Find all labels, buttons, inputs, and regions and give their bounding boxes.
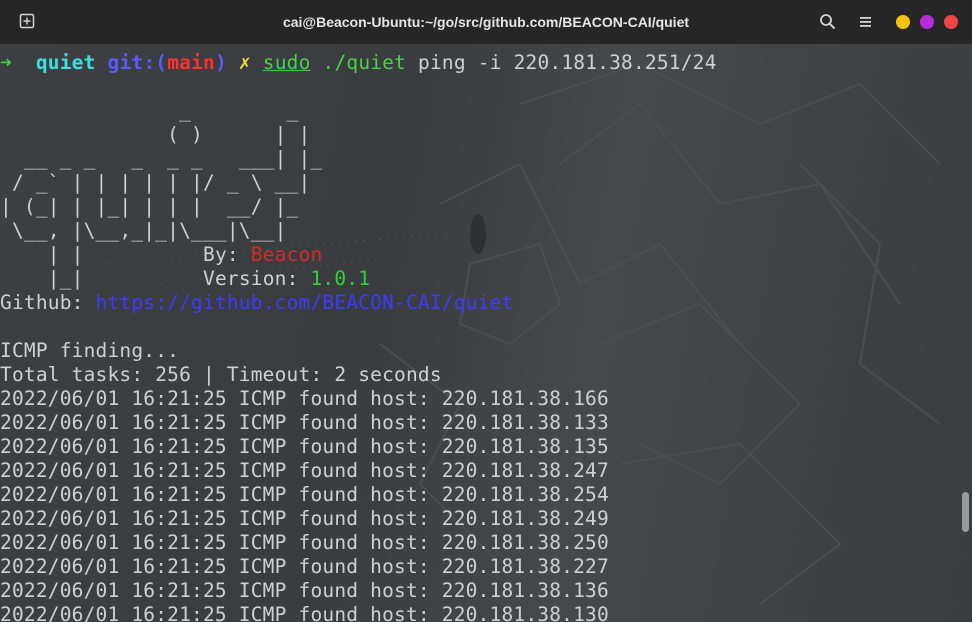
- result-line: 2022/06/01 16:21:25 ICMP found host: 220…: [0, 387, 609, 410]
- github-line: Github: https://github.com/BEACON-CAI/qu…: [0, 291, 717, 315]
- prompt-dirty-mark: ✗: [238, 51, 251, 74]
- result-line: 2022/06/01 16:21:25 ICMP found host: 220…: [0, 507, 609, 530]
- banner-line: \__, |\__,_|_|\___|\__|: [0, 219, 287, 242]
- command-prompt-line: ➜ quiet git:(main) ✗ sudo ./quiet ping -…: [0, 51, 717, 75]
- terminal-output[interactable]: ▔ ▔ ▔ ▔ ▔ ▔ ➜ quiet git:(main) ✗ sudo ./…: [0, 44, 972, 622]
- status-finding: ICMP finding...: [0, 339, 180, 362]
- previous-prompt-fragment: ▔ ▔ ▔ ▔ ▔ ▔: [0, 44, 187, 51]
- banner-line: |_|: [0, 267, 84, 290]
- title-bar: cai@Beacon-Ubuntu:~/go/src/github.com/BE…: [0, 0, 972, 45]
- scrollbar-thumb[interactable]: [962, 492, 969, 532]
- result-line: 2022/06/01 16:21:25 ICMP found host: 220…: [0, 579, 609, 602]
- author-name: Beacon: [250, 243, 323, 266]
- terminal-lines: ➜ quiet git:(main) ✗ sudo ./quiet ping -…: [0, 51, 717, 622]
- by-label: By:: [203, 243, 251, 266]
- banner-line: ( ) | |: [0, 123, 311, 146]
- new-tab-icon[interactable]: [19, 13, 35, 29]
- banner-line: | |: [0, 243, 84, 266]
- result-line: 2022/06/01 16:21:25 ICMP found host: 220…: [0, 483, 609, 506]
- banner-line: __ _ _ _ _ _ ___| |_: [0, 147, 323, 170]
- hamburger-menu-icon[interactable]: [857, 14, 875, 30]
- prompt-sudo: sudo: [262, 51, 311, 74]
- close-button[interactable]: [944, 15, 958, 29]
- status-tasks: Total tasks: 256 | Timeout: 2 seconds: [0, 363, 442, 386]
- result-line: 2022/06/01 16:21:25 ICMP found host: 220…: [0, 603, 609, 622]
- prompt-git-label: git:(: [107, 51, 168, 74]
- prompt-program: ./quiet: [322, 51, 407, 74]
- minimize-button[interactable]: [896, 15, 910, 29]
- result-line: 2022/06/01 16:21:25 ICMP found host: 220…: [0, 459, 609, 482]
- by-line: | | By: Beacon: [0, 243, 717, 267]
- version-label: Version:: [203, 267, 311, 290]
- banner-line: | (_| | |_| | | | __/ |_: [0, 195, 299, 218]
- github-link[interactable]: https://github.com/BEACON-CAI/quiet: [96, 291, 514, 314]
- prompt-git-close: ): [214, 51, 227, 74]
- version-line: |_| Version: 1.0.1: [0, 267, 717, 291]
- version-number: 1.0.1: [310, 267, 371, 290]
- result-line: 2022/06/01 16:21:25 ICMP found host: 220…: [0, 435, 609, 458]
- result-line: 2022/06/01 16:21:25 ICMP found host: 220…: [0, 555, 609, 578]
- github-label: Github:: [0, 291, 96, 314]
- maximize-button[interactable]: [920, 15, 934, 29]
- prompt-branch: main: [167, 51, 215, 74]
- result-line: 2022/06/01 16:21:25 ICMP found host: 220…: [0, 531, 609, 554]
- result-line: 2022/06/01 16:21:25 ICMP found host: 220…: [0, 411, 609, 434]
- banner-line: _ _: [0, 99, 299, 122]
- prompt-directory: quiet: [35, 51, 96, 74]
- search-icon[interactable]: [819, 13, 837, 31]
- banner-line: / _` | | | | | |/ _ \ __|: [0, 171, 311, 194]
- prompt-arrow: ➜: [0, 51, 12, 74]
- prompt-args: ping -i 220.181.38.251/24: [418, 51, 717, 74]
